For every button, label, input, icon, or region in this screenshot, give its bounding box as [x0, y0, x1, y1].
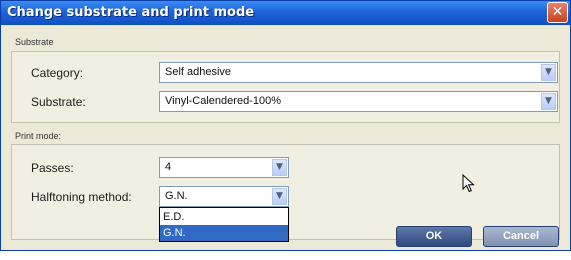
passes-select[interactable]: 4 ▼ — [159, 157, 289, 178]
title-bar[interactable]: Change substrate and print mode ✕ — [1, 1, 570, 25]
chevron-down-icon[interactable]: ▼ — [272, 159, 287, 176]
mouse-pointer-icon — [462, 174, 475, 193]
dialog-title: Change substrate and print mode — [7, 5, 255, 20]
category-label: Category: — [31, 66, 84, 80]
passes-value: 4 — [165, 161, 172, 173]
ok-button[interactable]: OK — [396, 226, 472, 247]
dropdown-option-gn[interactable]: G.N. — [160, 225, 288, 241]
substrate-select[interactable]: Vinyl-Calendered-100% ▼ — [159, 91, 558, 112]
substrate-group-label: Substrate — [15, 37, 54, 47]
category-select[interactable]: Self adhesive ▼ — [159, 62, 558, 83]
chevron-down-icon[interactable]: ▼ — [272, 188, 287, 205]
halftoning-label: Halftoning method: — [31, 190, 132, 204]
halftoning-dropdown-list: E.D. G.N. — [159, 207, 289, 242]
chevron-down-icon[interactable]: ▼ — [541, 64, 556, 81]
category-value: Self adhesive — [165, 66, 232, 78]
passes-label: Passes: — [31, 161, 74, 175]
close-icon: ✕ — [551, 4, 564, 20]
substrate-label: Substrate: — [31, 95, 86, 109]
dropdown-option-ed[interactable]: E.D. — [160, 209, 288, 225]
print-mode-group-label: Print mode: — [15, 131, 62, 141]
cancel-button[interactable]: Cancel — [483, 226, 559, 247]
dialog-window: Change substrate and print mode ✕ Substr… — [0, 0, 571, 251]
close-button[interactable]: ✕ — [547, 2, 568, 23]
chevron-down-icon[interactable]: ▼ — [541, 93, 556, 110]
halftoning-select[interactable]: G.N. ▼ — [159, 186, 289, 207]
substrate-value: Vinyl-Calendered-100% — [165, 95, 281, 107]
halftoning-value: G.N. — [165, 190, 188, 202]
